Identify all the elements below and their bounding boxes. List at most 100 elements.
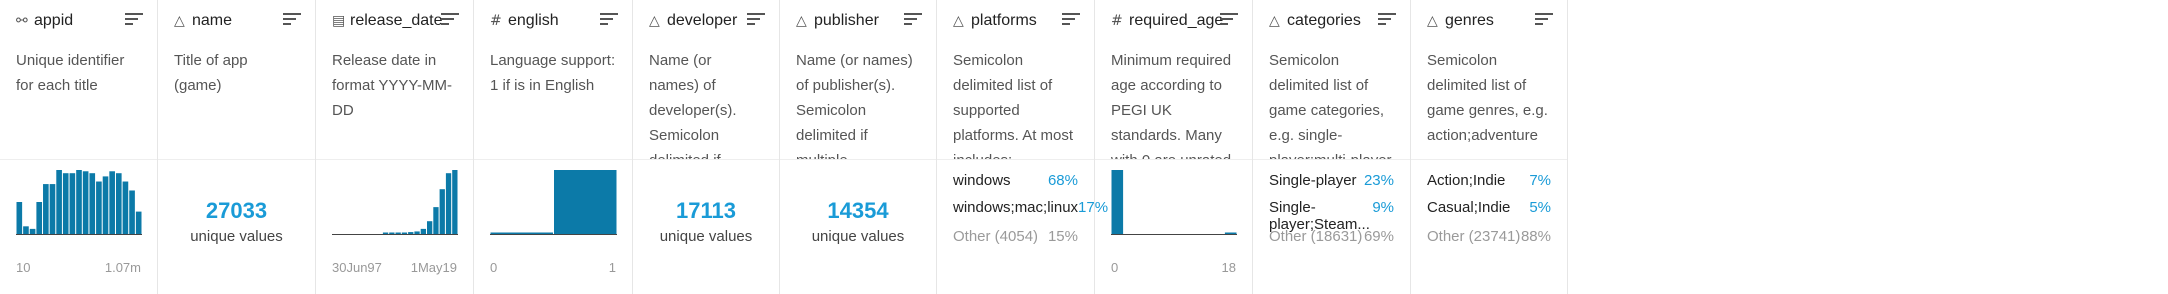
- histogram-bar[interactable]: [96, 181, 102, 234]
- category-row[interactable]: Action;Indie 7%: [1427, 172, 1551, 189]
- unique-count: 27033: [205, 198, 268, 223]
- sort-menu-icon[interactable]: [1220, 13, 1238, 27]
- category-percent: 7%: [1529, 172, 1551, 189]
- text-icon: △: [1427, 13, 1438, 29]
- category-percent: 5%: [1529, 199, 1551, 216]
- histogram-bar[interactable]: [69, 173, 76, 234]
- category-value: windows: [953, 172, 1011, 189]
- histogram-bar[interactable]: [408, 232, 414, 234]
- histogram-bar[interactable]: [427, 221, 433, 234]
- histogram-bar[interactable]: [439, 189, 445, 234]
- histogram-bar[interactable]: [56, 170, 62, 234]
- sort-menu-icon[interactable]: [1378, 13, 1396, 27]
- histogram[interactable]: [16, 170, 142, 236]
- category-percent: 69%: [1363, 228, 1394, 245]
- unique-values-summary: 27033 unique values: [158, 198, 315, 245]
- histogram-bar[interactable]: [115, 173, 122, 234]
- histogram-bar[interactable]: [82, 171, 89, 234]
- histogram-bar[interactable]: [135, 211, 142, 234]
- histogram-bar[interactable]: [23, 226, 29, 234]
- histogram-bar[interactable]: [1111, 170, 1124, 234]
- sort-menu-icon[interactable]: [283, 13, 301, 27]
- histogram-bar[interactable]: [490, 232, 554, 235]
- column-header[interactable]: △ genres: [1411, 0, 1567, 42]
- histogram-bar[interactable]: [445, 173, 452, 234]
- sort-menu-icon[interactable]: [600, 13, 618, 27]
- column-header[interactable]: △ platforms: [937, 0, 1094, 42]
- range-max: 1May19: [410, 260, 457, 275]
- link-icon: ⚯: [16, 13, 28, 29]
- histogram-bar[interactable]: [433, 207, 439, 234]
- category-row[interactable]: Single-player 23%: [1269, 172, 1394, 189]
- range-min: 0: [490, 260, 498, 275]
- range-min: 30Jun97: [332, 260, 382, 275]
- histogram-bar[interactable]: [452, 170, 458, 234]
- column-header[interactable]: # english: [474, 0, 632, 42]
- histogram-bar[interactable]: [29, 228, 36, 234]
- hash-icon: #: [1111, 13, 1123, 29]
- histogram-bar[interactable]: [414, 231, 420, 234]
- histogram[interactable]: [490, 170, 617, 236]
- column-header[interactable]: △ name: [158, 0, 315, 42]
- column-summary: 01: [474, 160, 632, 294]
- histogram-bar[interactable]: [62, 173, 69, 234]
- column-header[interactable]: ⚯ appid: [0, 0, 157, 42]
- histogram-bar[interactable]: [1224, 232, 1237, 235]
- histogram-bar[interactable]: [16, 202, 23, 234]
- unique-values-summary: 17113 unique values: [633, 198, 779, 245]
- category-row[interactable]: Casual;Indie 5%: [1427, 199, 1551, 216]
- sort-menu-icon[interactable]: [904, 13, 922, 27]
- column-required_age: # required_age Minimum required age accord…: [1095, 0, 1253, 294]
- category-percent: 88%: [1520, 228, 1551, 245]
- column-header[interactable]: △ categories: [1253, 0, 1410, 42]
- sort-menu-icon[interactable]: [1062, 13, 1080, 27]
- column-name: categories: [1287, 12, 1361, 29]
- histogram-bar[interactable]: [36, 202, 43, 234]
- histogram-bar[interactable]: [129, 190, 135, 234]
- column-name: required_age: [1129, 12, 1224, 29]
- column-header[interactable]: # required_age: [1095, 0, 1252, 42]
- column-developer: △ developer Name (or names) of developer(s…: [633, 0, 780, 294]
- category-percent: 23%: [1363, 172, 1394, 189]
- category-row[interactable]: windows;mac;linux 17%: [953, 199, 1108, 216]
- histogram-bar[interactable]: [43, 184, 49, 234]
- sort-menu-icon[interactable]: [125, 13, 143, 27]
- histogram-bar[interactable]: [382, 232, 389, 235]
- category-value: windows;mac;linux: [953, 199, 1079, 216]
- histogram-bar[interactable]: [554, 170, 617, 234]
- column-name: appid: [34, 12, 74, 29]
- histogram[interactable]: [332, 170, 458, 236]
- category-row[interactable]: windows 68%: [953, 172, 1078, 189]
- histogram-bar[interactable]: [102, 176, 109, 234]
- column-description: Semicolon delimited list of game categor…: [1253, 42, 1410, 160]
- column-name: release_date: [350, 12, 443, 29]
- sort-menu-icon[interactable]: [1535, 13, 1553, 27]
- column-appid: ⚯ appid Unique identifier for each title 10…: [0, 0, 158, 294]
- histogram-bar[interactable]: [122, 181, 129, 234]
- histogram-bar[interactable]: [420, 228, 426, 234]
- column-summary: 14354 unique values: [780, 160, 936, 294]
- text-icon: △: [796, 13, 807, 29]
- column-name: △ name Title of app (game) 27033 unique valu…: [158, 0, 316, 294]
- column-summary: 0 18: [1095, 160, 1252, 294]
- histogram-bar[interactable]: [395, 232, 401, 235]
- category-other-row[interactable]: Other (23741) 88%: [1427, 228, 1551, 245]
- sort-menu-icon[interactable]: [441, 13, 459, 27]
- histogram-bar[interactable]: [49, 184, 56, 234]
- histogram[interactable]: [1111, 170, 1237, 236]
- column-platforms: △ platforms Semicolon delimited list of su…: [937, 0, 1108, 294]
- column-header[interactable]: △ developer: [633, 0, 779, 42]
- histogram-bar[interactable]: [76, 170, 82, 234]
- category-other-row[interactable]: Other (4054) 15%: [953, 228, 1078, 245]
- histogram-bar[interactable]: [109, 171, 115, 234]
- column-header[interactable]: ▤ release_date: [316, 0, 473, 42]
- histogram-bar[interactable]: [401, 232, 408, 235]
- histogram-bar[interactable]: [389, 232, 395, 235]
- unique-label: unique values: [811, 228, 905, 245]
- category-other-row[interactable]: Other (18631) 69%: [1269, 228, 1394, 245]
- column-name: name: [192, 12, 233, 29]
- column-header[interactable]: △ publisher: [780, 0, 936, 42]
- sort-menu-icon[interactable]: [747, 13, 765, 27]
- histogram-bar[interactable]: [89, 173, 96, 234]
- histogram-range: 10 1.07m: [16, 260, 141, 276]
